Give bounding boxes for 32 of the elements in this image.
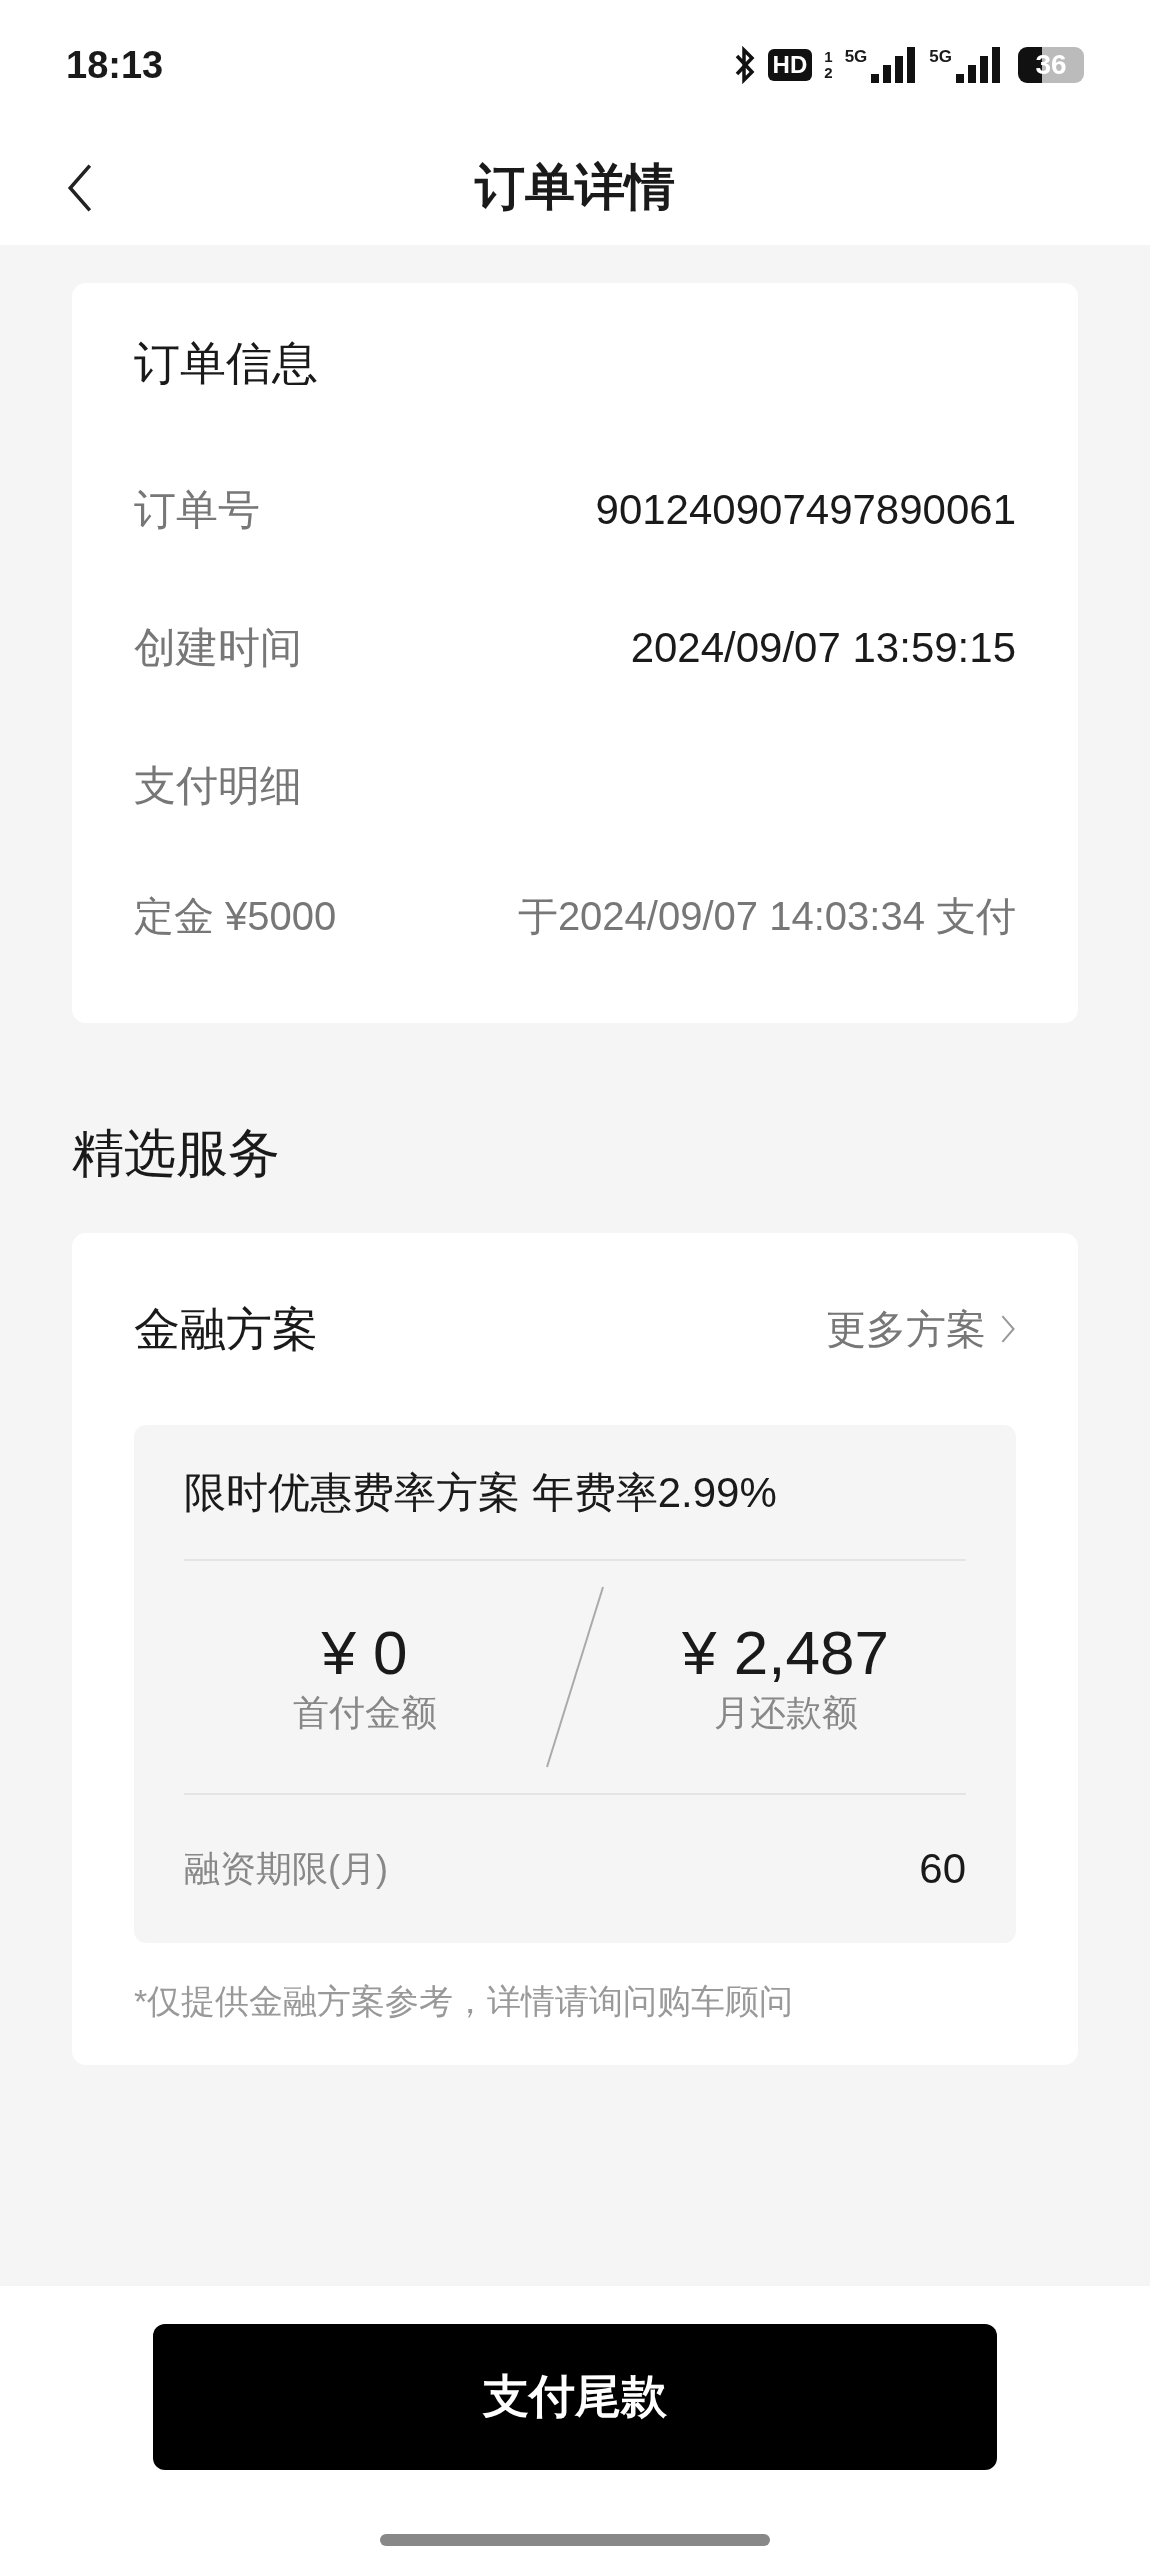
payment-item: 定金 ¥5000: [134, 892, 337, 940]
sim-slot-number: 2: [824, 65, 833, 81]
network-label: 5G: [844, 47, 868, 67]
page-title: 订单详情: [475, 158, 675, 217]
payment-time: 于2024/09/07 14:03:34 支付: [517, 892, 1016, 940]
disclaimer-note: *仅提供金融方案参考，详情请询问购车顾问: [134, 1981, 795, 2022]
field-label: 订单号: [134, 485, 260, 535]
amount-value: ¥ 2,487: [682, 1616, 889, 1689]
signal-icon: [869, 47, 918, 83]
amount-value: ¥ 0: [321, 1616, 408, 1689]
field-value: 2024/09/07 13:59:15: [630, 624, 1016, 672]
signal-icon: [954, 47, 1002, 83]
amount-caption: 首付金额: [292, 1690, 437, 1735]
network-label: 5G: [929, 47, 952, 67]
sim-slot-number: 1: [824, 49, 833, 65]
pay-balance-button[interactable]: 支付尾款: [153, 2324, 997, 2470]
section-title: 精选服务: [72, 1123, 281, 1183]
more-plans-link[interactable]: 更多方案: [826, 1301, 1016, 1357]
term-label: 融资期限(月): [184, 1846, 388, 1891]
hd-badge: HD: [767, 49, 813, 81]
card-title: 订单信息: [134, 336, 319, 391]
card-title: 金融方案: [134, 1302, 318, 1357]
amount-caption: 月还款额: [713, 1690, 858, 1735]
term-value: 60: [919, 1845, 966, 1893]
field-value: 901240907497890061: [595, 486, 1016, 534]
back-icon: [66, 162, 94, 214]
status-time: 18:13: [66, 43, 164, 87]
field-label: 支付明细: [134, 761, 302, 811]
field-label: 创建时间: [134, 623, 302, 673]
plan-name: 限时优惠费率方案 年费率2.99%: [184, 1468, 778, 1518]
bluetooth-icon: [733, 46, 756, 84]
chevron-right-icon: [1000, 1314, 1016, 1344]
